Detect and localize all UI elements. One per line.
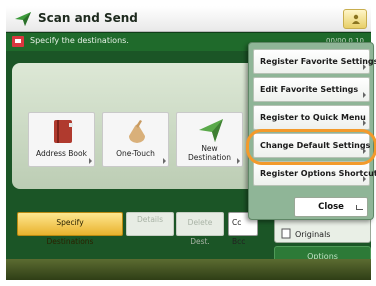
delete-label-line2: Dest. [190, 237, 210, 246]
chevron-right-icon [363, 176, 366, 182]
title-bar: Scan and Send [6, 6, 371, 32]
delete-label-line1: Delete [187, 218, 213, 227]
address-book-label: Address Book [36, 149, 87, 158]
app-title: Scan and Send [38, 11, 138, 25]
register-quick-menu-item[interactable]: Register to Quick Menu [253, 105, 370, 130]
close-button[interactable]: Close [294, 197, 368, 217]
chevron-right-icon [163, 158, 166, 164]
details-button[interactable]: Details [126, 212, 174, 236]
new-destination-label-line1: New [201, 144, 218, 153]
close-label: Close [318, 202, 344, 212]
one-touch-label: One-Touch [116, 149, 155, 158]
chevron-right-icon [363, 120, 366, 126]
menu-item-label: Register Options Shortcuts [260, 169, 376, 178]
user-button[interactable] [343, 9, 367, 29]
bottom-strip [6, 259, 371, 280]
originals-label: Originals [295, 230, 331, 239]
specify-destinations-button[interactable]: Specify Destinations [17, 212, 123, 246]
new-destination-icon [199, 119, 223, 142]
chevron-right-icon [363, 64, 366, 70]
new-destination-label: New Destination [177, 144, 242, 162]
paper-plane-icon [15, 12, 31, 26]
specify-label-line1: Specify [56, 218, 84, 227]
chevron-right-icon [363, 92, 366, 98]
chevron-right-icon [237, 158, 240, 164]
menu-item-label: Edit Favorite Settings [260, 85, 359, 94]
document-icon [281, 228, 291, 239]
specify-label-line2: Destinations [46, 237, 94, 246]
register-favorite-settings-item[interactable]: Register Favorite Settings [253, 49, 376, 74]
message-text: Specify the destinations. [30, 36, 129, 45]
warning-icon [12, 36, 24, 47]
menu-item-label: Register to Quick Menu [260, 113, 366, 122]
highlight-ring [246, 129, 376, 165]
bcc-label: Bcc [232, 237, 246, 246]
chevron-right-icon [89, 158, 92, 164]
hand-touch-icon [129, 120, 145, 143]
edit-favorite-settings-item[interactable]: Edit Favorite Settings [253, 77, 370, 102]
details-label: Details [136, 215, 163, 224]
user-icon [352, 14, 360, 24]
return-icon [356, 205, 363, 210]
delete-destination-button[interactable]: Delete Dest. [176, 212, 224, 246]
address-book-icon [54, 120, 73, 143]
menu-item-label: Register Favorite Settings [260, 57, 376, 66]
address-book-button[interactable]: Address Book [28, 112, 95, 167]
new-destination-label-line2: Destination [187, 153, 232, 162]
one-touch-button[interactable]: One-Touch [102, 112, 169, 167]
new-destination-button[interactable]: New Destination [176, 112, 243, 167]
originals-button[interactable]: Originals [274, 217, 371, 243]
